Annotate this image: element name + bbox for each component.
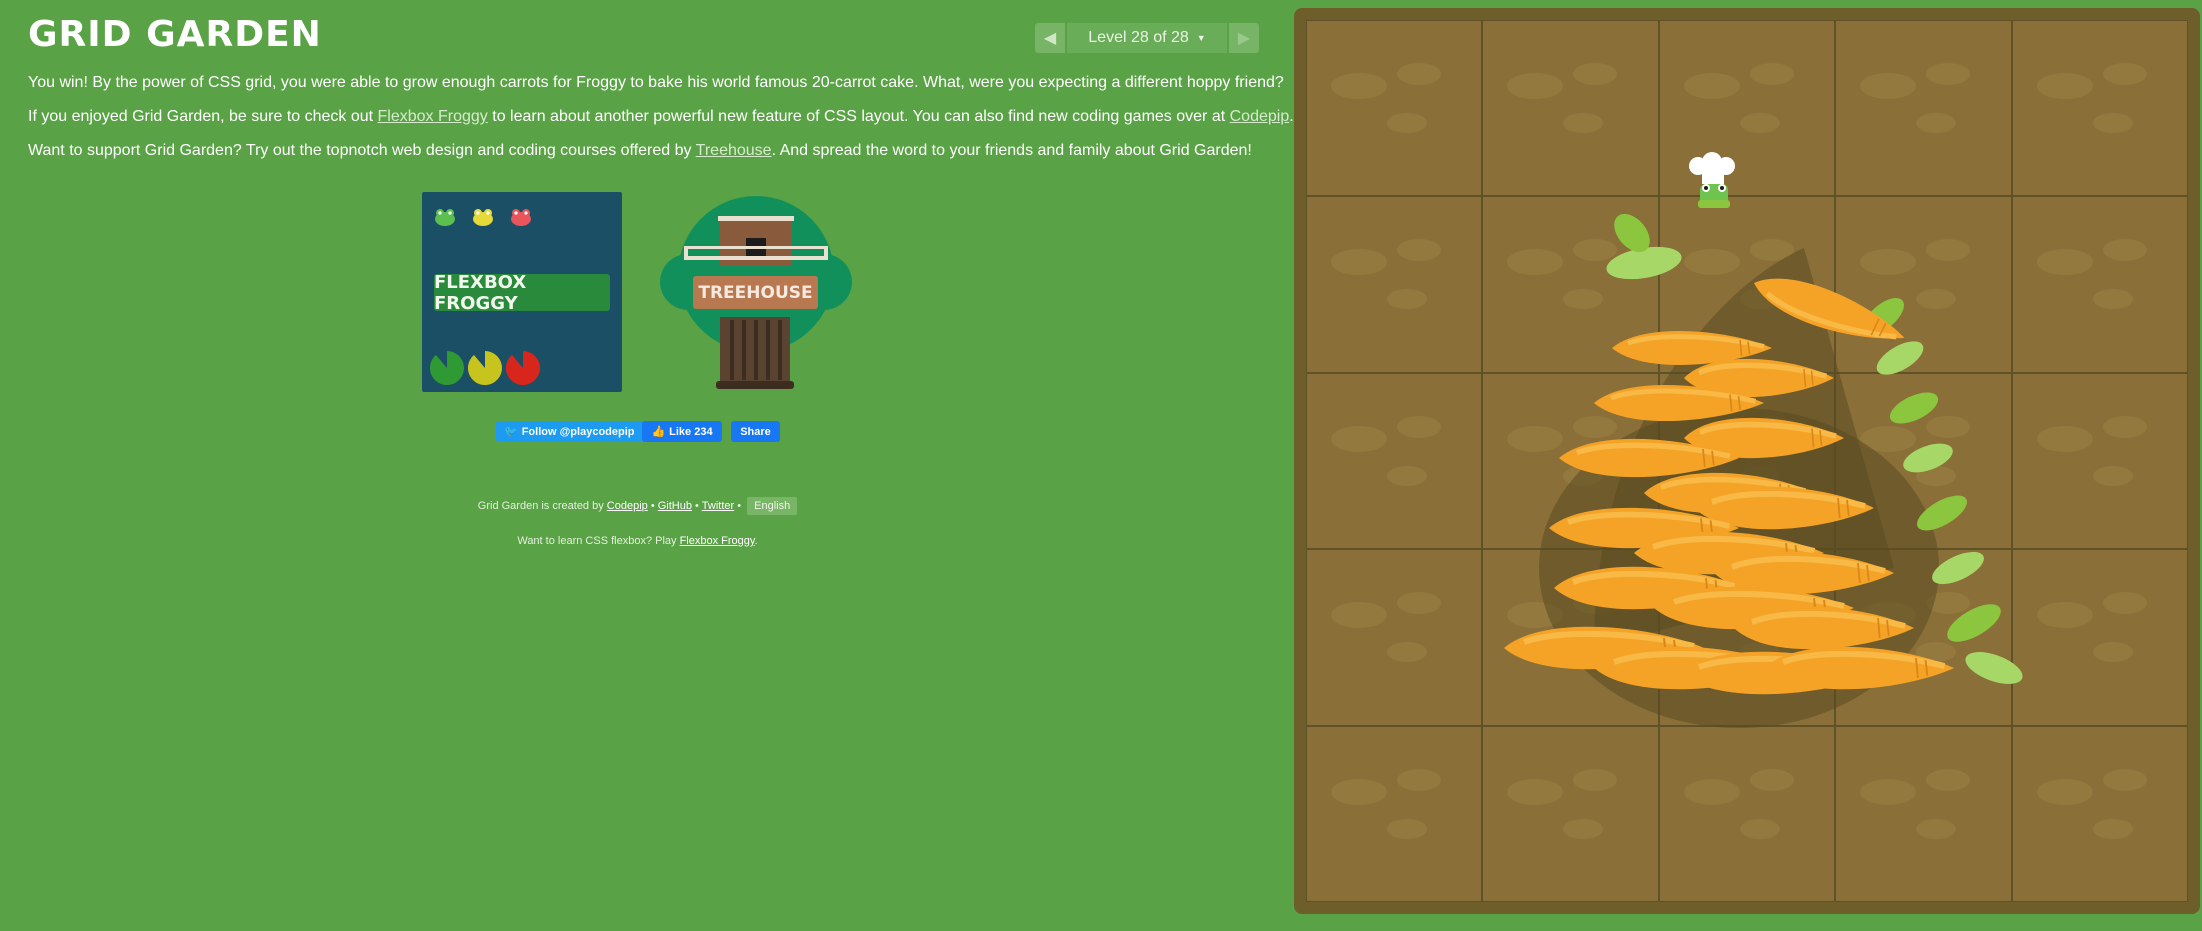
separator: • [734, 500, 745, 512]
flexbox-promo-text: Want to learn CSS flexbox? Play [517, 535, 680, 547]
treehouse-promo[interactable]: TREEHOUSE [658, 192, 854, 394]
flexbox-froggy-promo[interactable]: FLEXBOX FROGGY [422, 192, 622, 392]
support-text-b: . And spread the word to your friends an… [771, 142, 1252, 159]
game-title: GRID GARDEN [28, 14, 322, 55]
codepip-link[interactable]: Codepip [1230, 108, 1290, 125]
flexbox-froggy-footer-link[interactable]: Flexbox Froggy [680, 535, 755, 547]
promo-paragraph: If you enjoyed Grid Garden, be sure to c… [28, 108, 1294, 126]
win-message: You win! By the power of CSS grid, you w… [28, 74, 1284, 91]
facebook-share-button[interactable]: Share [731, 421, 780, 442]
red-lilypad-icon [505, 351, 540, 385]
twitter-link[interactable]: Twitter [702, 500, 734, 512]
codepip-footer-link[interactable]: Codepip [607, 500, 648, 512]
treehouse-sign: TREEHOUSE [693, 276, 818, 309]
yellow-frog-icon [473, 209, 493, 226]
thumbs-up-icon: 👍 [651, 426, 666, 438]
facebook-like-button[interactable]: 👍 Like 234 [642, 421, 722, 442]
twitter-follow-button[interactable]: 🐦 Follow @playcodepip [496, 421, 643, 442]
garden-board [1294, 8, 2200, 914]
twitter-bird-icon: 🐦 [504, 426, 518, 438]
facebook-like-label: Like 234 [669, 425, 713, 438]
support-text-a: Want to support Grid Garden? Try out the… [28, 142, 696, 159]
froggy-chef [1689, 152, 1735, 208]
caret-down-icon: ▼ [1196, 33, 1206, 43]
treehouse-link[interactable]: Treehouse [696, 142, 772, 159]
credits-text: Grid Garden is created by [477, 500, 607, 512]
twitter-follow-label: Follow @playcodepip [521, 425, 635, 438]
promo-text-a: If you enjoyed Grid Garden, be sure to c… [28, 108, 378, 125]
yellow-lilypad-icon [467, 351, 502, 385]
flexbox-froggy-link[interactable]: Flexbox Froggy [378, 108, 488, 125]
promo-text-b: to learn about another powerful new feat… [487, 108, 1230, 125]
level-label: Level 28 of 28 [1088, 29, 1189, 46]
promo-text-c: . [1289, 108, 1294, 125]
red-frog-icon [511, 209, 531, 226]
previous-level-button[interactable]: ◀ [1035, 23, 1065, 53]
credits-line: Grid Garden is created by Codepip • GitH… [0, 497, 1275, 515]
language-selector[interactable]: English [747, 497, 798, 515]
separator: • [647, 500, 658, 512]
green-lilypad-icon [429, 351, 464, 385]
github-link[interactable]: GitHub [658, 500, 692, 512]
separator: • [692, 500, 702, 512]
flexbox-promo-line: Want to learn CSS flexbox? Play Flexbox … [0, 535, 1275, 547]
level-indicator[interactable]: Level 28 of 28 ▼ [1067, 23, 1227, 53]
green-frog-icon [435, 209, 455, 226]
next-level-button[interactable]: ▶ [1229, 23, 1259, 53]
flexbox-promo-end: . [754, 535, 758, 547]
level-navigation: ◀ Level 28 of 28 ▼ ▶ [1035, 23, 1259, 53]
support-paragraph: Want to support Grid Garden? Try out the… [28, 142, 1252, 160]
carrot-pile [1294, 152, 2023, 728]
flexbox-froggy-banner: FLEXBOX FROGGY [434, 272, 610, 314]
